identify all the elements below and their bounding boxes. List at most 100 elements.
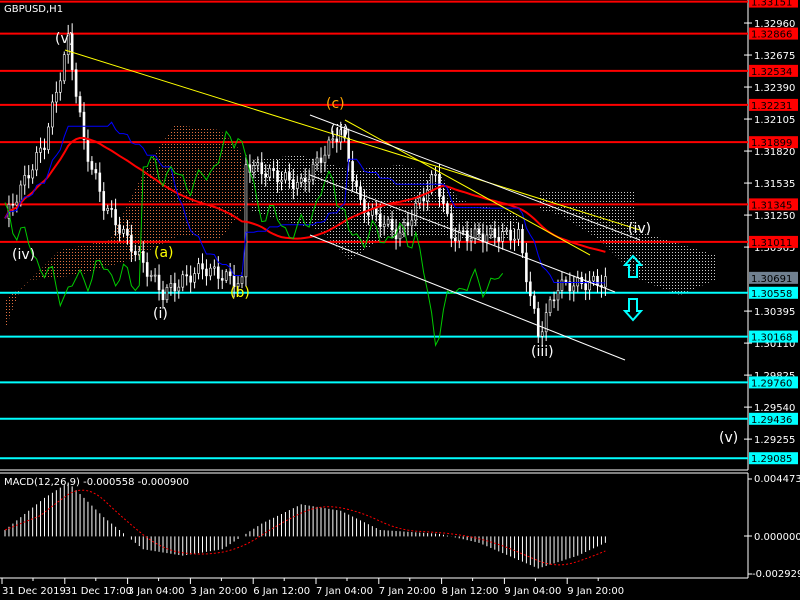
price-tick-label: 1.32675 [754,51,795,62]
price-tick-label: 1.32105 [754,115,795,126]
candle-body [27,175,31,179]
candle-body [228,271,232,276]
candle-body [173,283,177,292]
candle-body [347,137,350,162]
candle-body [505,229,508,232]
candle-body [169,283,173,288]
candle-body [19,184,23,203]
resistance-level-price: 1.31011 [751,238,792,249]
price-tick-label: 1.29540 [754,403,795,414]
price-tick-label: 1.31535 [754,179,795,190]
resistance-level-price: 1.32534 [751,67,792,78]
candle-body [276,170,279,183]
time-tick-label: 6 Jan 12:00 [253,586,310,597]
candle-body [453,237,457,242]
candle-body [556,290,560,301]
candle-body [442,196,445,204]
candle-body [181,274,185,288]
candle-body [517,229,520,240]
candle-body [78,96,82,113]
candle-body [51,101,54,128]
candle-body [145,262,149,277]
candle-body [584,283,587,291]
arrow-down-icon [622,298,644,322]
candle-body [292,179,295,189]
candle-body [220,278,224,281]
candle-body [355,180,358,187]
wave-label-b: (b) [230,285,250,301]
candle-body [134,251,137,255]
candle-body [489,228,493,236]
candle-body [532,295,536,309]
time-tick-label: 31 Dec 17:00 [65,586,132,597]
candle-body [414,202,418,221]
candle-body [130,235,133,252]
candle-body [122,228,125,234]
candle-body [74,69,78,97]
candle-body [406,222,410,226]
candle-body [240,276,244,284]
candle-body [90,161,94,170]
candle-body [382,223,386,227]
candle-body [106,208,109,211]
candle-body [351,161,354,182]
time-tick-label: 3 Jan 20:00 [190,586,247,597]
candle-body [315,157,319,165]
candle-body [62,54,66,82]
chart-canvas[interactable]: (v) (iv) (a) (b) (i) (c) (ii) (iii) (iv)… [0,0,800,600]
price-tick-label: 1.30395 [754,307,795,318]
candle-body [319,157,323,163]
candle-body [378,214,382,227]
candle-body [422,197,426,202]
candle-body [110,208,113,210]
wave-label-v-top: (v) [55,31,74,47]
candle-body [284,172,287,181]
candle-body [141,251,145,263]
time-tick-label: 3 Jan 04:00 [128,586,185,597]
candle-body [102,191,106,211]
candle-body [473,228,477,239]
candle-body [576,276,580,287]
candle-body [43,147,46,150]
time-tick-label: 7 Jan 04:00 [316,586,373,597]
candle-body [213,266,216,269]
candle-body [536,308,540,337]
candle-body [39,147,42,153]
price-tick-label: 1.31250 [754,211,795,222]
candle-body [331,138,335,141]
candle-body [94,169,98,174]
candle-body [327,139,331,156]
candle-body [126,228,129,236]
time-axis[interactable]: 31 Dec 201931 Dec 17:003 Jan 04:00 3 Jan … [1,578,624,597]
candle-body [386,219,390,225]
candle-body [418,197,422,204]
wave-label-v-target: (v) [719,430,738,446]
candle-body [604,276,607,288]
chart-title: GBPUSD,H1 [4,4,63,15]
ichimoku-cloud [5,125,715,330]
resistance-level-price: 1.31345 [751,200,792,211]
candle-body [114,209,117,226]
candle-body [450,213,453,239]
candle-body [185,274,188,277]
candle-body [11,203,15,206]
macd-tick: 0.000000 [754,532,800,543]
candle-body [398,232,402,240]
candle-body [461,230,465,233]
resistance-level-price: 1.32231 [751,101,792,112]
support-level-price: 1.30558 [751,289,792,300]
price-tick-label: 1.29255 [754,435,795,446]
candle-body [23,175,27,186]
candle-body [197,263,200,274]
candle-body [359,186,362,200]
channel-line-lower[interactable] [309,234,626,361]
candle-body [224,271,228,281]
candle-body [311,163,315,180]
candle-body [118,224,121,234]
candle-body [548,299,552,314]
candle-body [501,231,505,242]
candle-body [485,234,489,243]
price-axis[interactable]: 1.329601.326751.323901.321051.318201.315… [744,0,798,465]
wave-label-c: (c) [326,96,345,112]
time-tick-label: 7 Jan 20:00 [379,586,436,597]
